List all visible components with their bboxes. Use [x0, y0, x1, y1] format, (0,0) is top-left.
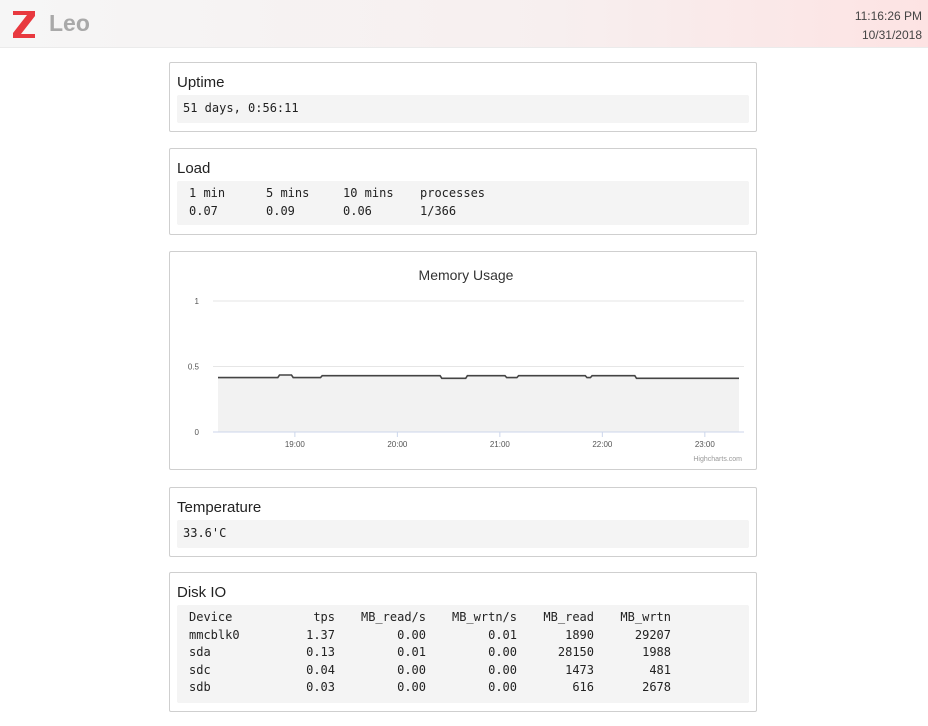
chart-credit: Highcharts.com	[693, 456, 742, 463]
load-header-1min: 1 min	[189, 186, 226, 200]
top-bar: Leo 11:16:26 PM 10/31/2018	[0, 0, 928, 48]
y-tick-label: 1	[195, 297, 200, 306]
disk-mb-wrtn-s: 0.00	[488, 662, 517, 677]
disk-tps: 0.04	[306, 662, 335, 677]
logo-icon[interactable]	[10, 8, 38, 40]
disk-mb-read: 1890	[565, 627, 594, 642]
uptime-value: 51 days, 0:56:11	[183, 101, 299, 115]
load-header-row: 1 min 5 mins 10 mins processes	[183, 185, 749, 203]
load-values-row: 0.07 0.09 0.06 1/366	[183, 203, 749, 221]
load-value-processes: 1/366	[420, 203, 457, 218]
uptime-panel: Uptime 51 days, 0:56:11	[169, 62, 757, 132]
x-tick-label: 19:00	[285, 440, 306, 449]
disk-header-row: Device tps MB_read/s MB_wrtn/s MB_read M…	[183, 609, 749, 627]
temperature-panel: Temperature 33.6'C	[169, 487, 757, 557]
memory-panel: Memory Usage 0 0.5 1 19:00 20:00 21:00 22:00 23:…	[169, 251, 757, 470]
disk-mb-wrtn-s: 0.00	[488, 645, 517, 659]
disk-tps: 1.37	[306, 627, 335, 642]
load-value-1min: 0.07	[189, 203, 218, 218]
disk-row: mmcblk0 1.37 0.00 0.01 1890 29207	[183, 627, 749, 645]
disk-row: sdb 0.03 0.00 0.00 616 2678	[183, 679, 749, 697]
temperature-box: 33.6'C	[177, 520, 749, 548]
y-tick-label: 0	[195, 428, 200, 437]
disk-header-mb-wrtn: MB_wrtn	[620, 610, 671, 624]
disk-mb-read-s: 0.00	[397, 680, 426, 694]
disk-mb-read: 28150	[557, 645, 594, 659]
y-tick-label: 0.5	[188, 363, 200, 372]
disk-header-mb-read: MB_read	[543, 610, 594, 624]
load-value-5min: 0.09	[266, 203, 295, 218]
disk-box: Device tps MB_read/s MB_wrtn/s MB_read M…	[177, 605, 749, 703]
load-header-10min: 10 mins	[343, 186, 394, 200]
memory-area-fill	[218, 375, 739, 432]
disk-mb-read-s: 0.00	[397, 627, 426, 642]
disk-row: sdc 0.04 0.00 0.00 1473 481	[183, 662, 749, 680]
chart-title: Memory Usage	[419, 267, 514, 283]
x-tick-label: 23:00	[695, 440, 716, 449]
load-header-processes: processes	[420, 186, 486, 200]
disk-header-mb-wrtn-s: MB_wrtn/s	[451, 610, 517, 624]
memory-chart[interactable]: Memory Usage 0 0.5 1 19:00 20:00 21:00 22:00 23:…	[170, 252, 758, 471]
x-tick-label: 20:00	[387, 440, 408, 449]
disk-row: sda 0.13 0.01 0.00 28150 1988	[183, 644, 749, 662]
uptime-title: Uptime	[177, 74, 225, 91]
temperature-value: 33.6'C	[183, 526, 227, 540]
x-tick-label: 22:00	[592, 440, 613, 449]
load-box: 1 min 5 mins 10 mins processes 0.07 0.09…	[177, 181, 749, 225]
disk-mb-wrtn: 481	[649, 662, 671, 677]
clock: 11:16:26 PM 10/31/2018	[855, 7, 922, 45]
disk-device: sdc	[189, 662, 211, 677]
disk-mb-read: 1473	[565, 662, 594, 677]
clock-time: 11:16:26 PM	[854, 9, 922, 23]
disk-title: Disk IO	[177, 584, 227, 601]
disk-mb-wrtn: 2678	[642, 680, 671, 694]
load-panel: Load 1 min 5 mins 10 mins processes 0.07…	[169, 148, 757, 235]
disk-mb-wrtn-s: 0.01	[488, 627, 517, 642]
disk-header-mb-read-s: MB_read/s	[360, 610, 426, 624]
load-title: Load	[177, 160, 211, 177]
uptime-box: 51 days, 0:56:11	[177, 95, 749, 123]
disk-header-device: Device	[189, 610, 233, 624]
load-header-5min: 5 mins	[266, 186, 310, 200]
disk-mb-read-s: 0.00	[397, 662, 426, 677]
disk-header-tps: tps	[313, 610, 335, 624]
disk-device: sdb	[189, 680, 211, 694]
disk-tps: 0.03	[306, 680, 335, 694]
disk-mb-read: 616	[572, 680, 594, 694]
disk-mb-read-s: 0.01	[397, 645, 426, 659]
app-name: Leo	[49, 10, 90, 36]
x-tick-label: 21:00	[490, 440, 511, 449]
disk-mb-wrtn: 1988	[642, 645, 671, 659]
disk-device: mmcblk0	[189, 627, 240, 642]
disk-mb-wrtn-s: 0.00	[488, 680, 517, 694]
disk-panel: Disk IO Device tps MB_read/s MB_wrtn/s M…	[169, 572, 757, 712]
disk-device: sda	[189, 645, 211, 659]
clock-date: 10/31/2018	[861, 28, 922, 42]
temperature-title: Temperature	[177, 499, 262, 516]
disk-tps: 0.13	[306, 645, 335, 659]
disk-mb-wrtn: 29207	[634, 627, 671, 642]
load-value-10min: 0.06	[343, 203, 372, 218]
